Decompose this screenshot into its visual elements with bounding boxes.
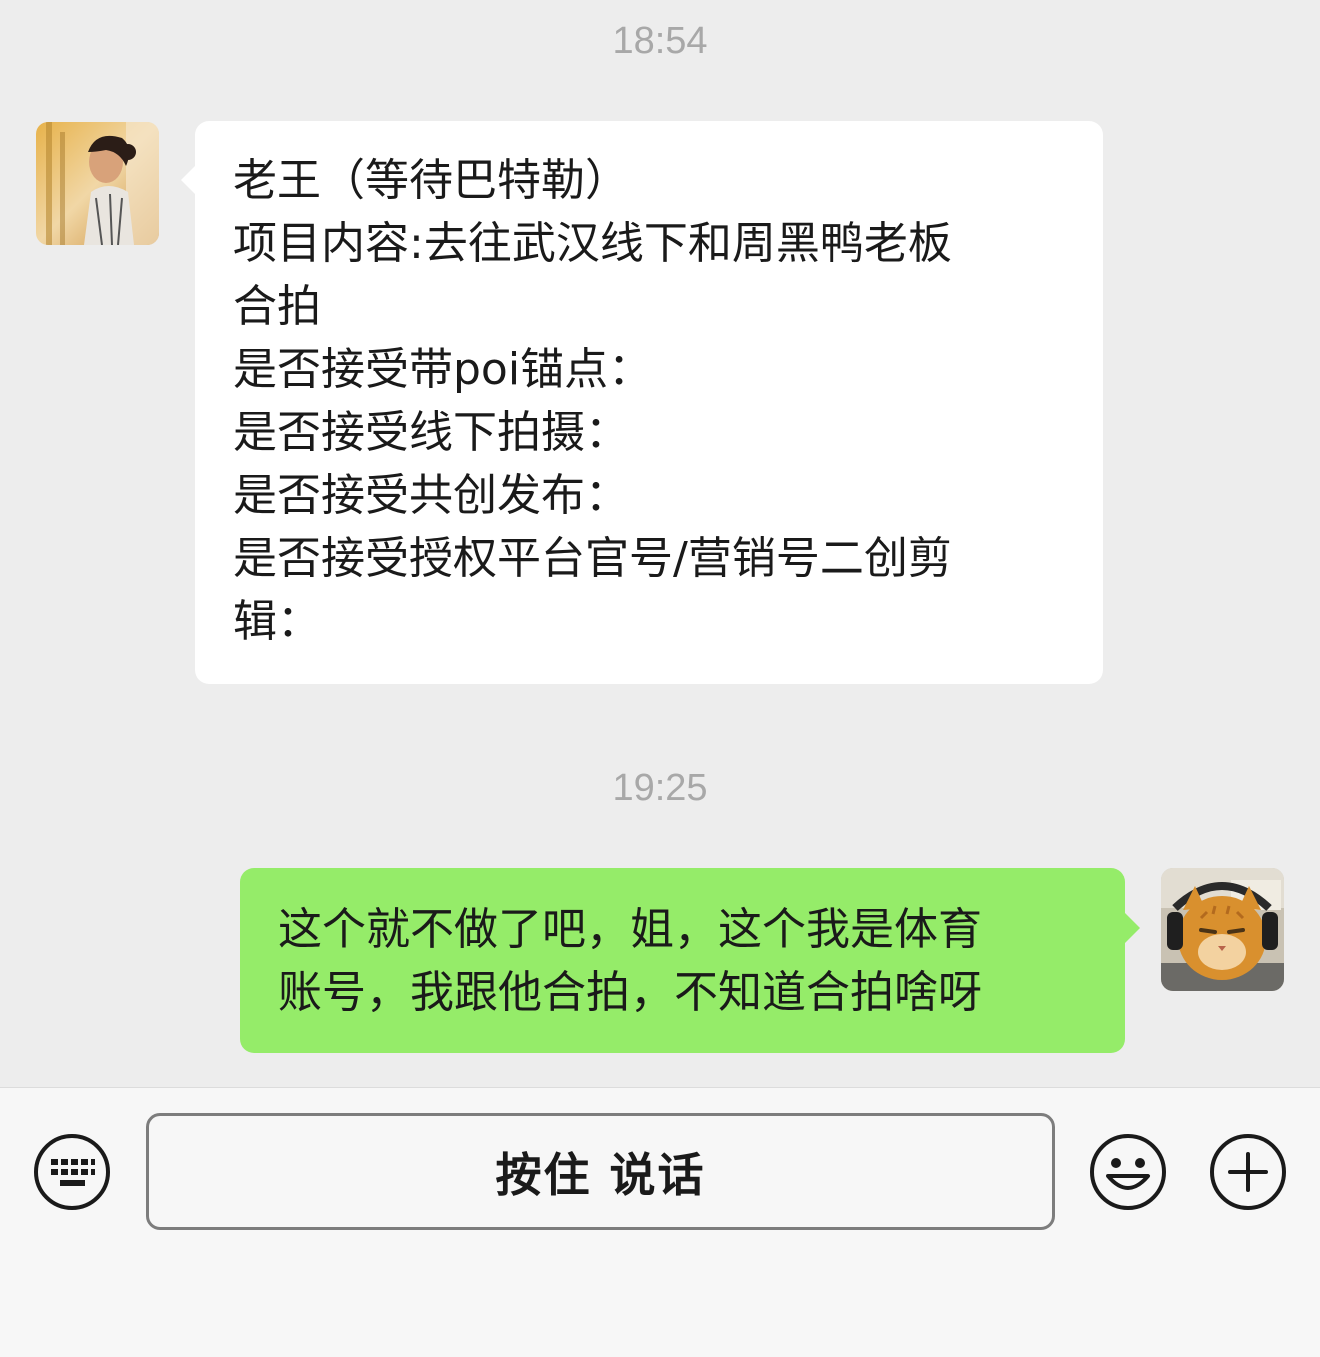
message-line: 是否接受带poi锚点： bbox=[233, 344, 653, 395]
message-line: 辑： bbox=[233, 596, 321, 647]
bubble-tail bbox=[181, 165, 196, 195]
outgoing-message-bubble[interactable]: 这个就不做了吧，姐，这个我是体育 账号，我跟他合拍，不知道合拍啥呀 bbox=[240, 868, 1125, 1053]
hold-to-talk-button[interactable]: 按住 说话 bbox=[146, 1113, 1055, 1230]
chat-area: 18:54 老王（等待巴特勒） 项目内容:去往武汉线下和周黑鸭老板 合拍 是否接… bbox=[0, 0, 1320, 1087]
message-line: 是否接受共创发布： bbox=[233, 470, 629, 521]
more-button[interactable] bbox=[1208, 1132, 1288, 1212]
contact-avatar[interactable] bbox=[36, 122, 159, 245]
keyboard-icon bbox=[34, 1134, 110, 1210]
my-avatar[interactable] bbox=[1161, 868, 1284, 991]
incoming-message-bubble[interactable]: 老王（等待巴特勒） 项目内容:去往武汉线下和周黑鸭老板 合拍 是否接受带poi锚… bbox=[195, 121, 1103, 684]
input-bar: 按住 说话 bbox=[0, 1087, 1320, 1357]
woman-photo-avatar-icon bbox=[36, 122, 159, 245]
message-line: 合拍 bbox=[233, 281, 321, 332]
bubble-tail bbox=[1125, 913, 1140, 943]
cat-with-headphones-avatar-icon bbox=[1161, 868, 1284, 991]
plus-icon bbox=[1210, 1134, 1286, 1210]
timestamp: 18:54 bbox=[612, 20, 708, 62]
message-line: 项目内容:去往武汉线下和周黑鸭老板 bbox=[233, 218, 952, 269]
emoji-button[interactable] bbox=[1088, 1132, 1168, 1212]
message-line: 这个就不做了吧，姐，这个我是体育 bbox=[278, 904, 982, 955]
message-line: 是否接受授权平台官号/营销号二创剪 bbox=[233, 533, 952, 584]
message-line: 账号，我跟他合拍，不知道合拍啥呀 bbox=[278, 967, 982, 1018]
message-line: 老王（等待巴特勒） bbox=[233, 155, 629, 206]
keyboard-toggle-button[interactable] bbox=[32, 1132, 112, 1212]
emoji-icon bbox=[1090, 1134, 1166, 1210]
message-line: 是否接受线下拍摄： bbox=[233, 407, 629, 458]
timestamp: 19:25 bbox=[612, 767, 708, 809]
